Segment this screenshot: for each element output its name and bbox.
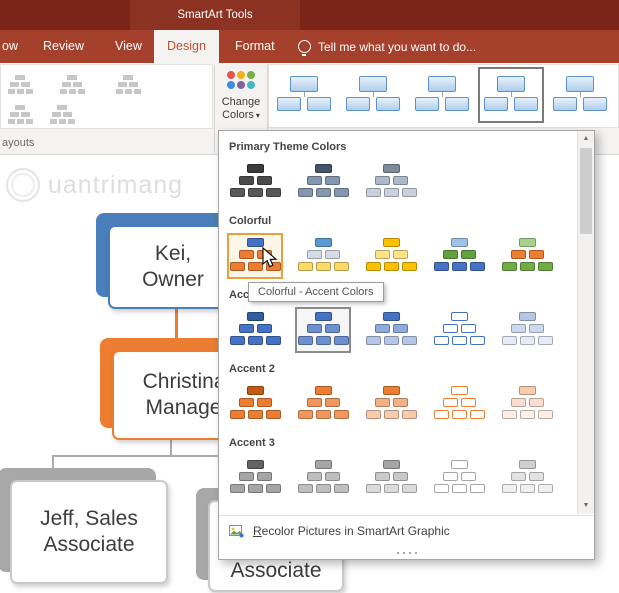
connector-line (170, 440, 172, 456)
color-variant-swatch[interactable] (363, 307, 419, 353)
scrollbar-thumb[interactable] (580, 148, 592, 234)
org-chart-box-sales-associate[interactable]: Jeff, Sales Associate (10, 480, 168, 584)
color-section-row (219, 381, 577, 431)
tab-review[interactable]: Review (30, 30, 97, 63)
ribbon-tab-row: ow Review View Design Format Tell me wha… (0, 30, 619, 63)
color-variant-swatch[interactable] (499, 307, 555, 353)
org-box-text: Associate (230, 558, 321, 584)
tell-me-box[interactable]: Tell me what you want to do... (298, 30, 476, 63)
smartart-style-thumbnail[interactable] (409, 67, 475, 123)
smartart-tools-header: SmartArt Tools (130, 0, 300, 30)
color-section-row (219, 307, 577, 357)
change-colors-menu: Primary Theme ColorsColorfulAccent 1Acce… (218, 130, 595, 560)
tab-view[interactable]: View (102, 30, 155, 63)
tab-slide-show-partial[interactable]: ow (0, 30, 24, 63)
powerpoint-window: uantrimang Kei, Owner Christina, Manager… (0, 0, 619, 593)
color-variant-swatch[interactable] (295, 307, 351, 353)
color-section-header: Primary Theme Colors (219, 135, 577, 159)
color-variant-swatch[interactable] (363, 455, 419, 501)
change-colors-icon (227, 71, 256, 90)
color-section-row (219, 159, 577, 209)
org-box-text: Associate (43, 532, 134, 558)
color-variant-swatch[interactable] (295, 159, 351, 205)
color-variant-swatch[interactable] (295, 233, 351, 279)
org-box-text: Owner (142, 267, 204, 293)
color-variant-swatch[interactable] (499, 233, 555, 279)
layout-thumbnail[interactable] (45, 71, 99, 97)
layout-thumbnail[interactable] (45, 101, 79, 127)
color-variant-swatch[interactable] (363, 233, 419, 279)
mouse-cursor (262, 247, 279, 269)
color-variant-swatch[interactable] (431, 381, 487, 427)
color-variant-swatch[interactable] (431, 455, 487, 501)
color-variant-swatch[interactable] (227, 381, 283, 427)
layout-thumbnail[interactable] (3, 101, 37, 127)
gallery-resize-grip[interactable] (219, 547, 594, 559)
color-variant-swatch[interactable] (295, 381, 351, 427)
smartart-style-thumbnail[interactable] (478, 67, 544, 123)
recolor-pictures-icon (229, 524, 244, 538)
layout-thumbnail[interactable] (3, 71, 37, 97)
watermark-logo-icon (6, 168, 40, 202)
color-variant-swatch[interactable] (499, 455, 555, 501)
menu-divider (219, 515, 594, 516)
tooltip: Colorful - Accent Colors (248, 282, 384, 302)
color-variant-swatch[interactable] (431, 307, 487, 353)
color-variant-swatch[interactable] (295, 455, 351, 501)
color-section-header: Accent 2 (219, 357, 577, 381)
org-box-text: Kei, (155, 241, 191, 267)
recolor-pictures-item[interactable]: Recolor Pictures in SmartArt Graphic (219, 517, 594, 545)
smartart-styles-gallery (268, 64, 619, 128)
layout-thumbnail[interactable] (107, 71, 149, 97)
color-section-header: Colorful (219, 209, 577, 233)
color-variant-swatch[interactable] (227, 455, 283, 501)
color-variant-swatch[interactable] (499, 381, 555, 427)
color-variant-swatch[interactable] (227, 159, 283, 205)
tab-design-active[interactable]: Design (154, 30, 219, 63)
color-section-header: Accent 3 (219, 431, 577, 455)
color-variant-swatch[interactable] (363, 381, 419, 427)
tab-format[interactable]: Format (222, 30, 288, 63)
color-variants-gallery: Primary Theme ColorsColorfulAccent 1Acce… (219, 131, 577, 514)
org-box-text: Manager (146, 395, 229, 421)
watermark: uantrimang (6, 168, 183, 202)
menu-scrollbar[interactable]: ▲ ▼ (577, 131, 594, 514)
scroll-down-button[interactable]: ▼ (578, 498, 594, 514)
color-variant-swatch[interactable] (363, 159, 419, 205)
layouts-group-label: ayouts (2, 137, 34, 149)
titlebar: SmartArt Tools (0, 0, 619, 30)
smartart-style-thumbnail[interactable] (547, 67, 613, 123)
change-colors-label: Change Colors▾ (222, 96, 261, 122)
watermark-text: uantrimang (48, 171, 183, 200)
contextual-tab-title: SmartArt Tools (177, 9, 252, 21)
tell-me-label: Tell me what you want to do... (318, 40, 476, 54)
color-section-row (219, 455, 577, 505)
dropdown-arrow-icon: ▾ (256, 111, 260, 120)
smartart-style-thumbnail[interactable] (271, 67, 337, 123)
org-box-text: Jeff, Sales (40, 506, 138, 532)
color-variant-swatch[interactable] (431, 233, 487, 279)
color-variant-swatch[interactable] (227, 307, 283, 353)
scroll-up-button[interactable]: ▲ (578, 131, 594, 147)
lightbulb-icon (298, 40, 311, 53)
recolor-pictures-label: Recolor Pictures in SmartArt Graphic (253, 524, 450, 538)
group-separator (214, 65, 215, 153)
smartart-style-thumbnail[interactable] (340, 67, 406, 123)
layouts-gallery (0, 64, 213, 129)
